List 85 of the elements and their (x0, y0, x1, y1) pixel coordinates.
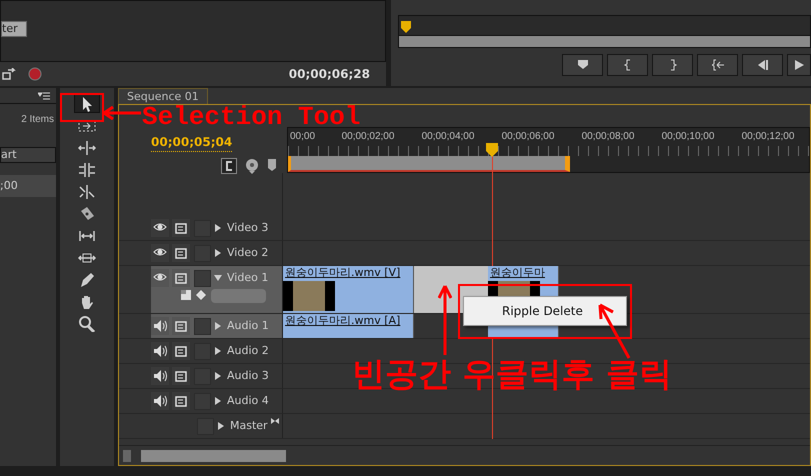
track-header[interactable]: Video 2 (151, 241, 282, 265)
track-header[interactable]: Audio 1 (151, 314, 282, 338)
keyframe-icon[interactable] (196, 290, 208, 302)
expand-triangle-icon[interactable] (214, 224, 222, 232)
sync-lock-icon[interactable] (175, 394, 187, 408)
track-name: Video 2 (227, 244, 268, 261)
scrollbar-thumb[interactable] (141, 450, 286, 462)
marker-icon[interactable] (576, 59, 588, 71)
track-name: Audio 1 (227, 318, 269, 334)
speaker-icon[interactable] (153, 319, 167, 333)
lock-toggle[interactable] (194, 318, 211, 334)
marker-icon[interactable] (267, 158, 277, 172)
speaker-icon[interactable] (153, 394, 167, 408)
lock-toggle[interactable] (194, 270, 211, 286)
sync-lock-icon[interactable] (175, 272, 187, 284)
sync-lock-icon[interactable] (175, 370, 187, 382)
record-button-icon[interactable] (28, 67, 42, 81)
highlight-frame (60, 93, 104, 122)
expand-triangle-icon[interactable] (214, 372, 222, 380)
ruler-label: 00;00;08;00 (580, 130, 636, 144)
blade-icon[interactable] (78, 206, 96, 222)
video-thumbnail (283, 281, 335, 311)
sync-lock-icon[interactable] (175, 344, 187, 358)
track-name: Audio 3 (227, 368, 269, 384)
speaker-icon[interactable] (153, 344, 167, 358)
track-header[interactable]: Video 3 (151, 216, 282, 240)
expand-triangle-icon[interactable] (214, 249, 222, 257)
track-name: Audio 4 (227, 392, 269, 409)
table-cell[interactable]: ;00 (0, 175, 56, 197)
zoom-scrollbar[interactable] (399, 35, 810, 47)
track-header[interactable]: Audio 4 (151, 389, 282, 413)
timecode: 00;00;06;28 (288, 66, 370, 83)
snap-icon[interactable] (221, 158, 237, 174)
track-name: Video 1 (227, 270, 268, 286)
selected-tool-button[interactable] (74, 94, 100, 113)
sync-lock-icon[interactable] (175, 222, 187, 234)
ruler-label: 00;00;06;00 (500, 130, 556, 144)
column-header[interactable]: art (0, 147, 56, 163)
track-name: Master (230, 418, 268, 434)
playhead-icon[interactable] (486, 143, 498, 157)
magnifier-icon[interactable] (78, 316, 96, 332)
track-header[interactable]: Master (151, 414, 282, 438)
track-name: Audio 2 (227, 342, 269, 359)
expand-triangle-icon[interactable] (214, 397, 222, 405)
ruler-label: 00;00 (289, 130, 316, 144)
expand-triangle-icon[interactable] (217, 422, 225, 430)
arrow-icon (102, 106, 142, 120)
ruler-label: 00;00;02;00 (340, 130, 396, 144)
track-name: Video 3 (227, 220, 268, 236)
step-back-icon[interactable] (756, 59, 768, 71)
sequence-tab[interactable]: Sequence 01 (118, 88, 208, 104)
track-header[interactable]: Video 1 (151, 266, 282, 313)
sync-lock-icon[interactable] (175, 246, 187, 260)
panel-menu-icon[interactable] (38, 92, 50, 100)
video-clip[interactable]: 원숭이두마리.wmv [V] (283, 266, 414, 313)
split-arrows-icon[interactable] (78, 162, 96, 178)
diagonal-arrows-icon[interactable] (78, 184, 96, 200)
split-arrows-icon[interactable] (78, 140, 96, 156)
disc-icon[interactable] (245, 158, 259, 174)
ruler-label: 00;00;12;00 (740, 130, 796, 144)
time-ruler[interactable]: 00;00 00;00;02;00 00;00;04;00 00;00;06;00 00;00;08;00 00;00;10;00 00;00;12;00 (287, 127, 810, 173)
export-icon[interactable] (2, 68, 16, 80)
annotation-text: Selection Tool (142, 104, 360, 130)
display-style-icon[interactable] (181, 290, 193, 302)
arrow-icon (438, 284, 452, 356)
go-to-in-icon[interactable] (712, 59, 724, 71)
pen-icon[interactable] (78, 272, 96, 288)
sync-lock-icon[interactable] (175, 320, 187, 332)
audio-clip[interactable]: 원숭이두마리.wmv [A] (283, 314, 414, 338)
bowtie-icon (270, 418, 279, 424)
current-timecode[interactable]: 00;00;05;04 (151, 133, 232, 152)
play-icon[interactable] (793, 59, 805, 71)
track-header[interactable]: Audio 3 (151, 364, 282, 388)
scroll-grip-icon[interactable] (123, 450, 131, 462)
expand-triangle-icon[interactable] (214, 347, 222, 355)
speaker-icon[interactable] (153, 369, 167, 383)
ruler-label: 00;00;04;00 (420, 130, 476, 144)
playhead-icon[interactable] (401, 21, 411, 33)
ruler-label: 00;00;10;00 (660, 130, 716, 144)
arrow-icon (597, 302, 631, 360)
expand-triangle-icon[interactable] (214, 322, 222, 330)
track-header[interactable]: Audio 2 (151, 339, 282, 363)
collapse-triangle-icon[interactable] (214, 274, 222, 282)
panel-button[interactable]: ter (1, 21, 27, 37)
item-count: 2 Items (20, 113, 55, 127)
